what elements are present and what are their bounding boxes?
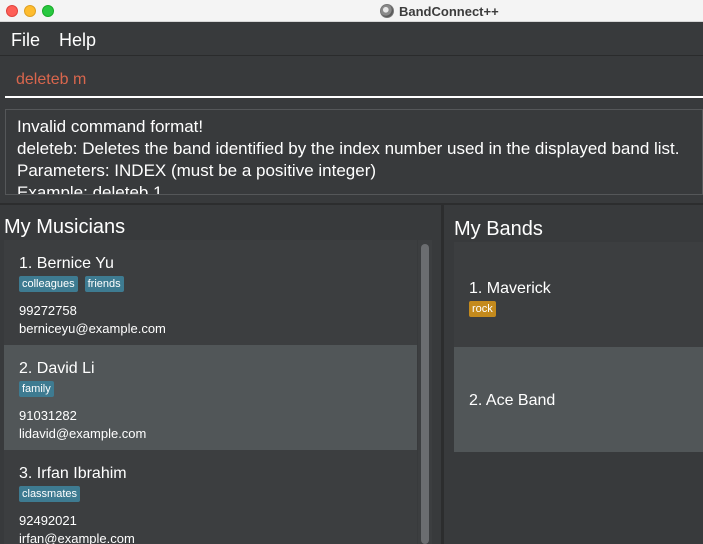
musician-tags: family xyxy=(19,381,417,398)
musician-email: berniceyu@example.com xyxy=(19,321,166,336)
result-line: Example: deleteb 1 xyxy=(17,183,163,195)
musician-card[interactable]: 2. David Li family 91031282 lidavid@exam… xyxy=(4,345,417,450)
command-input[interactable] xyxy=(5,64,703,98)
musician-phone: 91031282 xyxy=(19,408,77,423)
musician-list: 1. Bernice Yu colleagues friends 9927275… xyxy=(4,240,417,544)
tag: family xyxy=(19,381,54,397)
panel-split-divider[interactable] xyxy=(441,205,444,544)
horizontal-divider xyxy=(0,203,703,205)
musician-email: irfan@example.com xyxy=(19,531,135,544)
musician-name: 2. David Li xyxy=(19,360,95,377)
window-title-text: BandConnect++ xyxy=(399,3,499,19)
musicians-header: My Musicians xyxy=(4,216,126,238)
result-line: Invalid command format! xyxy=(17,117,204,136)
app-logo-icon xyxy=(380,4,394,18)
musician-tags: colleagues friends xyxy=(19,276,417,293)
tag: colleagues xyxy=(19,276,78,292)
musician-name: 1. Bernice Yu xyxy=(19,255,114,272)
band-name: 2. Ace Band xyxy=(469,392,556,409)
musician-name: 3. Irfan Ibrahim xyxy=(19,465,127,482)
musician-card[interactable]: 1. Bernice Yu colleagues friends 9927275… xyxy=(4,240,417,345)
result-display[interactable]: Invalid command format! deleteb: Deletes… xyxy=(5,109,703,195)
band-name: 1. Maverick xyxy=(469,280,551,297)
title-bar: BandConnect++ xyxy=(0,0,703,22)
tag: friends xyxy=(84,276,124,292)
band-card[interactable]: 2. Ace Band xyxy=(454,347,703,452)
menu-file[interactable]: File xyxy=(11,30,40,51)
maximize-window-button[interactable] xyxy=(42,5,54,17)
musician-card[interactable]: 3. Irfan Ibrahim classmates 92492021 irf… xyxy=(4,450,417,544)
band-list: 1. Maverick rock 2. Ace Band xyxy=(454,242,703,452)
musician-tags: classmates xyxy=(19,486,417,503)
scrollbar-thumb[interactable] xyxy=(421,244,429,544)
result-line: Parameters: INDEX (must be a positive in… xyxy=(17,161,377,180)
genre-tag: rock xyxy=(469,301,496,317)
musician-phone: 99272758 xyxy=(19,303,77,318)
result-line: deleteb: Deletes the band identified by … xyxy=(17,139,680,158)
window-title: BandConnect++ xyxy=(380,2,499,20)
menu-bar: File Help xyxy=(0,23,703,56)
minimize-window-button[interactable] xyxy=(24,5,36,17)
tag: classmates xyxy=(19,486,81,502)
bands-header: My Bands xyxy=(454,218,543,240)
close-window-button[interactable] xyxy=(6,5,18,17)
command-box xyxy=(0,56,703,102)
band-card[interactable]: 1. Maverick rock xyxy=(454,242,703,347)
musician-phone: 92492021 xyxy=(19,513,77,528)
musician-email: lidavid@example.com xyxy=(19,426,147,441)
menu-help[interactable]: Help xyxy=(59,30,96,51)
